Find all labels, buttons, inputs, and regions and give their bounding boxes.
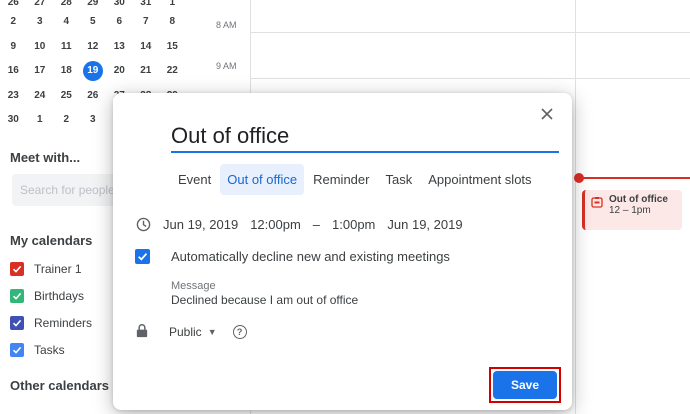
mini-calendar-day[interactable]: 25 xyxy=(53,85,80,107)
mini-calendar-day[interactable]: 1 xyxy=(27,109,54,131)
grid-hour-line xyxy=(250,32,690,33)
mini-calendar-day[interactable]: 12 xyxy=(80,36,107,58)
out-of-office-icon xyxy=(591,197,603,208)
calendar-item-label: Trainer 1 xyxy=(34,262,82,276)
grid-hour-line xyxy=(250,78,690,79)
checkbox-checked-icon[interactable] xyxy=(10,262,24,276)
mini-calendar-day[interactable]: 3 xyxy=(80,109,107,131)
tab-task[interactable]: Task xyxy=(378,164,419,195)
mini-calendar-day[interactable]: 18 xyxy=(53,60,80,82)
decline-label: Automatically decline new and existing m… xyxy=(171,249,450,264)
event-type-tabs: Event Out of office Reminder Task Appoin… xyxy=(171,164,539,195)
time-separator: – xyxy=(312,216,321,232)
mini-calendar-day[interactable]: 11 xyxy=(53,36,80,58)
mini-calendar-week: 2345678 xyxy=(0,10,200,35)
calendar-item-reminders[interactable]: Reminders xyxy=(10,316,92,330)
message-label: Message xyxy=(171,280,216,292)
mini-calendar-day[interactable]: 17 xyxy=(27,60,54,82)
calendar-item-trainer[interactable]: Trainer 1 xyxy=(10,262,82,276)
time-label: 8 AM xyxy=(216,20,237,30)
visibility-row: Public ▼ ? xyxy=(135,323,247,341)
start-time[interactable]: 12:00pm xyxy=(250,217,301,232)
mini-calendar-day[interactable]: 2 xyxy=(53,109,80,131)
mini-calendar-day[interactable]: 22 xyxy=(159,60,186,82)
help-icon[interactable]: ? xyxy=(232,325,247,339)
message-input[interactable]: Declined because I am out of office xyxy=(171,293,358,307)
start-date[interactable]: Jun 19, 2019 xyxy=(163,217,238,232)
mini-calendar-day[interactable]: 2 xyxy=(0,11,27,33)
close-button[interactable] xyxy=(538,105,556,123)
other-calendars-title: Other calendars xyxy=(10,378,109,393)
mini-calendar-day[interactable]: 14 xyxy=(133,36,160,58)
meet-with-title: Meet with... xyxy=(10,150,81,165)
calendar-item-birthdays[interactable]: Birthdays xyxy=(10,289,84,303)
mini-calendar-day[interactable]: 9 xyxy=(0,36,27,58)
mini-calendar-day[interactable]: 10 xyxy=(27,36,54,58)
decline-row: Automatically decline new and existing m… xyxy=(135,249,450,264)
close-icon xyxy=(541,108,553,120)
my-calendars-title: My calendars xyxy=(10,233,93,248)
date-time-row: Jun 19, 2019 12:00pm – 1:00pm Jun 19, 20… xyxy=(135,216,475,232)
out-of-office-event[interactable]: Out of office 12 – 1pm xyxy=(582,190,682,230)
mini-calendar-day[interactable]: 8 xyxy=(159,11,186,33)
checkbox-checked-icon[interactable] xyxy=(10,343,24,357)
mini-calendar-day[interactable]: 3 xyxy=(27,11,54,33)
mini-calendar-day[interactable]: 23 xyxy=(0,85,27,107)
grid-column-line xyxy=(575,0,576,414)
mini-calendar-day[interactable]: 6 xyxy=(106,11,133,33)
calendar-item-label: Reminders xyxy=(34,316,93,330)
mini-calendar-day[interactable]: 24 xyxy=(27,85,54,107)
current-time-line xyxy=(578,177,690,179)
mini-calendar-week: 16 17 18 19 20 21 22 xyxy=(0,59,200,84)
mini-calendar-week: 9 10 11 12 13 14 15 xyxy=(0,35,200,60)
tab-reminder[interactable]: Reminder xyxy=(306,164,376,195)
clock-icon xyxy=(135,216,151,232)
mini-calendar-day[interactable]: 26 xyxy=(80,85,107,107)
mini-calendar-day[interactable]: 7 xyxy=(133,11,160,33)
current-time-dot xyxy=(574,173,584,183)
mini-calendar-today[interactable]: 19 xyxy=(82,61,103,82)
tab-event[interactable]: Event xyxy=(171,164,218,195)
mini-calendar-day[interactable]: 20 xyxy=(106,60,133,82)
checkmark-icon xyxy=(138,253,148,261)
search-people-input[interactable]: Search for people xyxy=(12,174,122,206)
mini-calendar-day[interactable]: 5 xyxy=(80,11,107,33)
decline-checkbox[interactable] xyxy=(135,249,150,264)
mini-calendar-week: 26 27 28 29 30 31 1 xyxy=(0,0,200,10)
calendar-item-label: Tasks xyxy=(34,343,65,357)
tab-appointment-slots[interactable]: Appointment slots xyxy=(421,164,538,195)
end-time[interactable]: 1:00pm xyxy=(332,217,375,232)
event-dialog: Out of office Event Out of office Remind… xyxy=(113,93,572,410)
mini-calendar-day[interactable]: 13 xyxy=(106,36,133,58)
mini-calendar-day[interactable]: 15 xyxy=(159,36,186,58)
mini-calendar-day[interactable]: 16 xyxy=(0,60,27,82)
event-title-input[interactable]: Out of office xyxy=(171,123,559,149)
calendar-item-label: Birthdays xyxy=(34,289,85,303)
mini-calendar-day[interactable]: 19 xyxy=(80,60,107,82)
mini-calendar-day[interactable]: 30 xyxy=(0,109,27,131)
lock-icon xyxy=(135,323,149,341)
event-time: 12 – 1pm xyxy=(609,205,651,216)
tab-out-of-office[interactable]: Out of office xyxy=(220,164,305,195)
checkbox-checked-icon[interactable] xyxy=(10,289,24,303)
dropdown-arrow-icon: ▼ xyxy=(207,327,217,337)
save-button-highlight: Save xyxy=(489,367,561,403)
visibility-dropdown[interactable]: Public ▼ xyxy=(169,325,217,339)
time-label: 9 AM xyxy=(216,61,237,71)
mini-calendar-day[interactable]: 21 xyxy=(133,60,160,82)
save-button[interactable]: Save xyxy=(493,371,557,399)
event-title: Out of office xyxy=(609,194,668,205)
visibility-value: Public xyxy=(169,325,202,339)
event-title-field[interactable]: Out of office xyxy=(171,123,559,153)
calendar-item-tasks[interactable]: Tasks xyxy=(10,343,65,357)
mini-calendar-day[interactable]: 4 xyxy=(53,11,80,33)
checkbox-checked-icon[interactable] xyxy=(10,316,24,330)
end-date[interactable]: Jun 19, 2019 xyxy=(387,217,462,232)
